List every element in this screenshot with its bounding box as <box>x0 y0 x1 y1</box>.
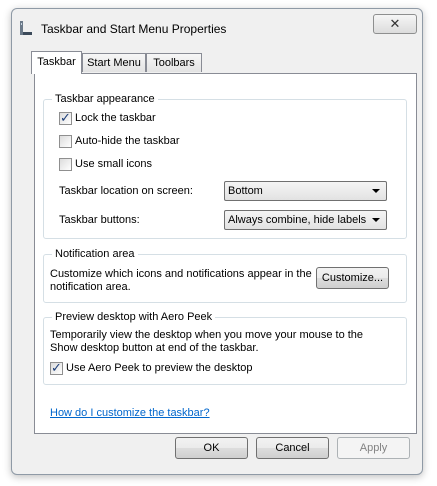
lock-taskbar-checkbox[interactable]: ✓ <box>59 110 72 125</box>
aero-peek-checkbox[interactable]: ✓ <box>50 360 63 375</box>
autohide-label[interactable]: Auto-hide the taskbar <box>75 135 180 147</box>
small-icons-checkbox[interactable] <box>59 158 72 171</box>
location-select[interactable]: Bottom <box>224 181 387 201</box>
buttons-label: Taskbar buttons: <box>59 214 140 226</box>
close-button[interactable]: ✕ <box>373 14 417 34</box>
help-link[interactable]: How do I customize the taskbar? <box>50 407 210 419</box>
group-aero-peek: Preview desktop with Aero Peek Temporari… <box>43 310 407 385</box>
group-title: Taskbar appearance <box>52 92 158 106</box>
ok-button[interactable]: OK <box>175 437 248 459</box>
chevron-down-icon <box>372 218 380 222</box>
cancel-button-label: Cancel <box>275 442 310 454</box>
checkmark-icon: ✓ <box>60 110 71 125</box>
tab-taskbar[interactable]: Taskbar <box>31 51 82 74</box>
tab-label: Taskbar <box>37 56 76 68</box>
customize-button[interactable]: Customize... <box>316 267 389 289</box>
tab-toolbars[interactable]: Toolbars <box>146 53 202 72</box>
tab-panel-taskbar: Taskbar appearance ✓ Lock the taskbar Au… <box>34 73 417 434</box>
buttons-select[interactable]: Always combine, hide labels <box>224 210 387 230</box>
customize-button-label: Customize... <box>321 272 384 284</box>
group-title: Preview desktop with Aero Peek <box>52 310 216 324</box>
lock-taskbar-label[interactable]: Lock the taskbar <box>75 112 156 124</box>
checkmark-icon: ✓ <box>51 360 62 375</box>
buttons-value: Always combine, hide labels <box>228 214 367 226</box>
tab-label: Toolbars <box>153 57 195 69</box>
ok-button-label: OK <box>203 442 220 454</box>
autohide-checkbox[interactable] <box>59 135 72 148</box>
taskbar-icon <box>19 20 33 36</box>
aero-peek-label[interactable]: Use Aero Peek to preview the desktop <box>66 362 253 374</box>
location-value: Bottom <box>228 185 263 197</box>
location-label: Taskbar location on screen: <box>59 185 193 197</box>
group-title: Notification area <box>52 247 138 261</box>
cancel-button[interactable]: Cancel <box>256 437 329 459</box>
close-icon: ✕ <box>389 16 401 31</box>
aero-peek-desc-line1: Temporarily view the desktop when you mo… <box>50 329 364 341</box>
dialog-window: Taskbar and Start Menu Properties ✕ Task… <box>11 8 423 475</box>
title-bar[interactable]: Taskbar and Start Menu Properties ✕ <box>12 9 422 45</box>
notification-desc-line2: notification area. <box>50 281 131 293</box>
aero-peek-desc-line2: Show desktop button at end of the taskba… <box>50 342 259 354</box>
apply-button-label: Apply <box>359 442 388 454</box>
tab-start-menu[interactable]: Start Menu <box>82 53 146 72</box>
window-title: Taskbar and Start Menu Properties <box>41 22 227 36</box>
apply-button[interactable]: Apply <box>337 437 410 459</box>
notification-desc-line1: Customize which icons and notifications … <box>50 268 312 280</box>
chevron-down-icon <box>372 189 380 193</box>
group-notification-area: Notification area Customize which icons … <box>43 247 407 303</box>
small-icons-label[interactable]: Use small icons <box>75 158 152 170</box>
group-taskbar-appearance: Taskbar appearance ✓ Lock the taskbar Au… <box>43 92 407 239</box>
tab-label: Start Menu <box>87 57 141 69</box>
